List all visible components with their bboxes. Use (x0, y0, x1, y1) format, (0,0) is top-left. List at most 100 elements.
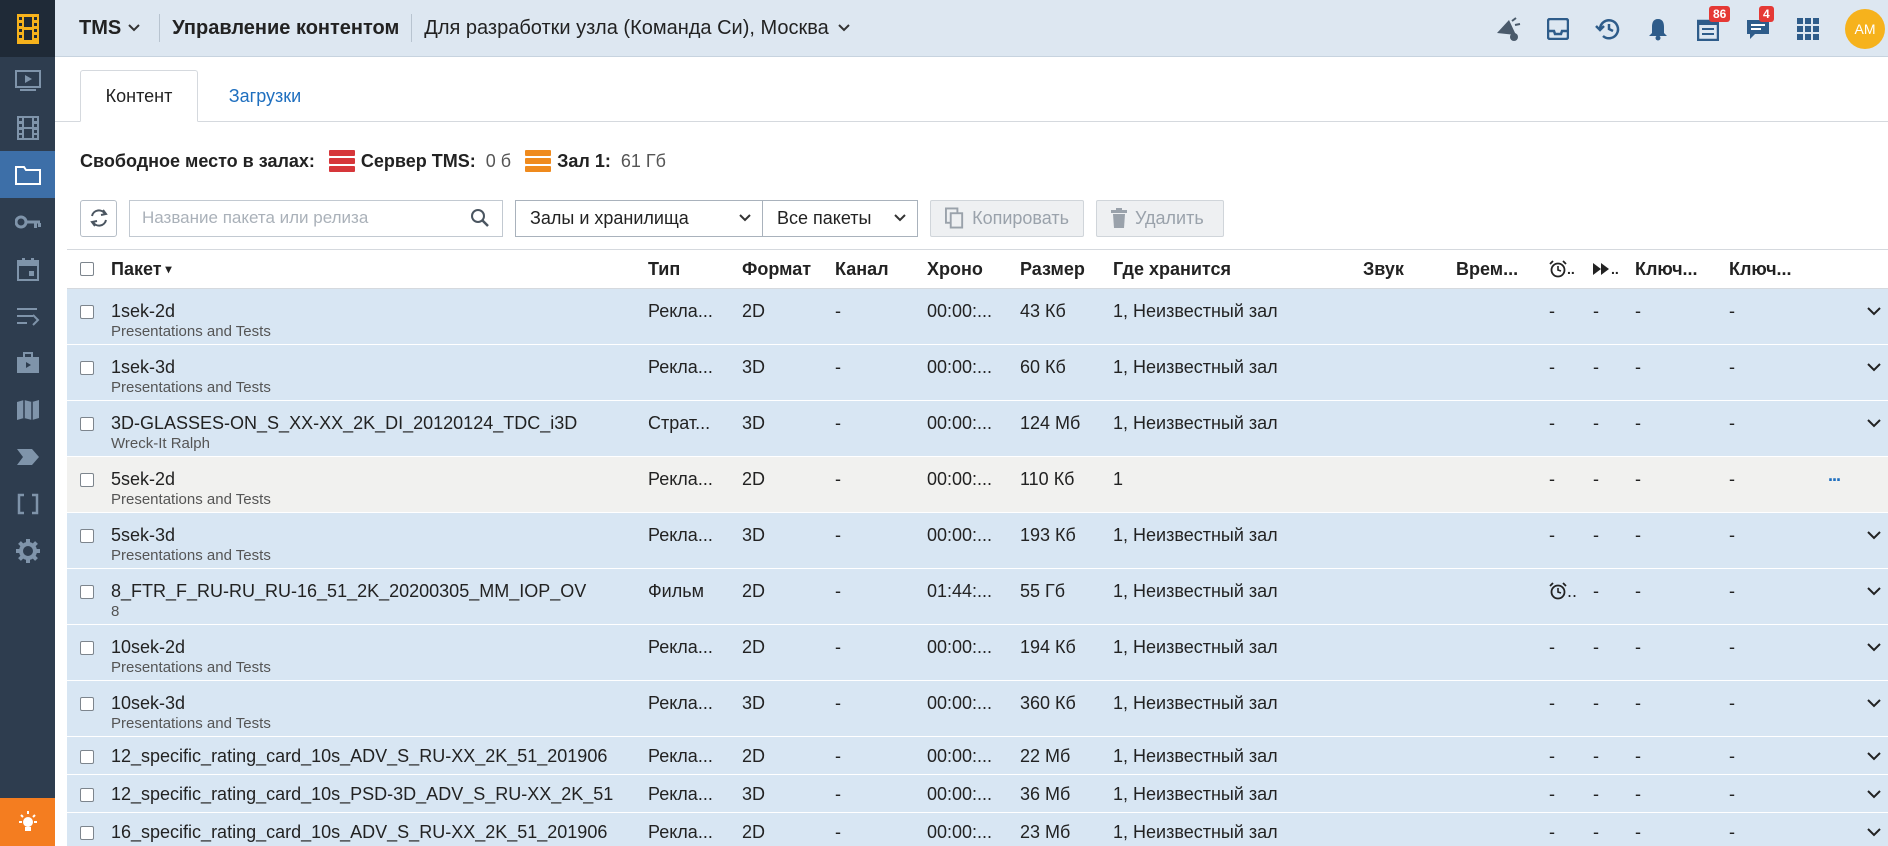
alarm-clock-icon (1549, 260, 1567, 278)
package-name[interactable]: 10sek-3d (111, 693, 661, 714)
refresh-button[interactable] (80, 199, 117, 237)
column-alarm[interactable]: .. (1549, 250, 1575, 288)
row-checkbox[interactable] (80, 529, 94, 543)
avatar[interactable]: AM (1845, 8, 1885, 49)
sidebar-item-playlists[interactable] (0, 292, 55, 339)
chevron-down-icon[interactable] (1866, 824, 1882, 840)
row-checkbox[interactable] (80, 585, 94, 599)
package-name[interactable]: 12_specific_rating_card_10s_PSD-3D_ADV_S… (111, 784, 661, 805)
column-sound[interactable]: Звук (1363, 250, 1404, 288)
column-size[interactable]: Размер (1020, 250, 1085, 288)
row-checkbox[interactable] (80, 473, 94, 487)
film-strip-logo-icon[interactable] (0, 0, 55, 57)
free-space-server: Сервер TMS: 0 б (328, 150, 511, 172)
table-row[interactable]: 1sek-2d Presentations and Tests Рекла... 2D… (67, 289, 1888, 345)
row-checkbox[interactable] (80, 417, 94, 431)
sidebar-item-schedule[interactable] (0, 245, 55, 292)
chevron-down-icon[interactable] (1866, 639, 1882, 655)
table-row[interactable]: 8_FTR_F_RU-RU_RU-16_51_2K_20200305_MM_IO… (67, 569, 1888, 625)
search-input[interactable] (142, 208, 442, 228)
package-name[interactable]: 5sek-2d (111, 469, 661, 490)
tips-button[interactable] (0, 798, 55, 846)
chevron-down-icon[interactable] (1866, 748, 1882, 764)
row-checkbox[interactable] (80, 750, 94, 764)
row-checkbox[interactable] (80, 305, 94, 319)
chevron-down-icon[interactable] (1866, 415, 1882, 431)
table-row[interactable]: 16_specific_rating_card_10s_ADV_S_RU-XX_… (67, 813, 1888, 846)
inbox-button[interactable] (1533, 0, 1583, 57)
column-type[interactable]: Тип (648, 250, 680, 288)
chevron-down-icon[interactable] (1866, 527, 1882, 543)
tab-content[interactable]: Контент (80, 70, 198, 122)
brand-menu[interactable]: TMS (79, 17, 141, 40)
history-button[interactable] (1583, 0, 1633, 57)
chevron-down-icon[interactable] (1866, 583, 1882, 599)
table-row[interactable]: 12_specific_rating_card_10s_ADV_S_RU-XX_… (67, 737, 1888, 775)
chevron-down-icon[interactable] (1866, 695, 1882, 711)
chevron-down-icon[interactable] (1866, 303, 1882, 319)
sidebar-item-map[interactable] (0, 386, 55, 433)
table-row[interactable]: 10sek-2d Presentations and Tests Рекла... 2… (67, 625, 1888, 681)
column-forward[interactable]: .. (1593, 250, 1619, 288)
cell-format: 2D (742, 822, 766, 842)
sidebar-item-tags[interactable] (0, 433, 55, 480)
column-channel[interactable]: Канал (835, 250, 889, 288)
tab-uploads[interactable]: Загрузки (205, 70, 325, 122)
top-bar-icons: 86 4 AM (1483, 0, 1888, 57)
package-name[interactable]: 1sek-3d (111, 357, 661, 378)
sidebar-item-brackets[interactable] (0, 480, 55, 527)
sidebar-item-playback[interactable] (0, 57, 55, 104)
column-package[interactable]: Пакет ▾ (111, 250, 172, 288)
row-checkbox[interactable] (80, 788, 94, 802)
cell-c2: - (1593, 637, 1599, 657)
calendar-badge: 86 (1709, 6, 1731, 22)
apps-button[interactable] (1783, 0, 1833, 57)
sidebar-item-keys[interactable] (0, 198, 55, 245)
delete-button[interactable]: Удалить (1096, 199, 1224, 237)
column-duration[interactable]: Хроно (927, 250, 983, 288)
chevron-down-icon[interactable] (1866, 359, 1882, 375)
package-name[interactable]: 10sek-2d (111, 637, 661, 658)
broadcast-button[interactable] (1483, 0, 1533, 57)
row-checkbox[interactable] (80, 697, 94, 711)
row-checkbox[interactable] (80, 826, 94, 840)
cell-c2: - (1593, 413, 1599, 433)
table-row[interactable]: 3D-GLASSES-ON_S_XX-XX_2K_DI_20120124_TDC… (67, 401, 1888, 457)
sidebar-item-settings[interactable] (0, 527, 55, 574)
column-format[interactable]: Формат (742, 250, 811, 288)
table-row[interactable]: 12_specific_rating_card_10s_PSD-3D_ADV_S… (67, 775, 1888, 813)
row-checkbox[interactable] (80, 361, 94, 375)
cell-duration: 00:00:... (927, 784, 993, 804)
packages-select[interactable]: Все пакеты (763, 199, 918, 237)
halls-select[interactable]: Залы и хранилища (515, 199, 763, 237)
package-name[interactable]: 8_FTR_F_RU-RU_RU-16_51_2K_20200305_MM_IO… (111, 581, 661, 602)
search-icon[interactable] (470, 208, 490, 228)
context-selector[interactable]: Для разработки узла (Команда Си), Москва (424, 17, 850, 40)
package-name[interactable]: 5sek-3d (111, 525, 661, 546)
sidebar-item-tasks[interactable] (0, 339, 55, 386)
messages-button[interactable]: 4 (1733, 0, 1783, 57)
row-checkbox[interactable] (80, 641, 94, 655)
alarm-label: .. (1567, 581, 1578, 601)
package-name[interactable]: 12_specific_rating_card_10s_ADV_S_RU-XX_… (111, 746, 661, 767)
table-row[interactable]: 5sek-2d Presentations and Tests Рекла... 2D… (67, 457, 1888, 513)
chevron-down-icon[interactable] (1866, 786, 1882, 802)
table-row[interactable]: 5sek-3d Presentations and Tests Рекла... 3D… (67, 513, 1888, 569)
sidebar-item-films[interactable] (0, 104, 55, 151)
package-name[interactable]: 16_specific_rating_card_10s_ADV_S_RU-XX_… (111, 822, 661, 843)
column-key2[interactable]: Ключ... (1729, 250, 1792, 288)
table-row[interactable]: 1sek-3d Presentations and Tests Рекла... 3D… (67, 345, 1888, 401)
table-row[interactable]: 10sek-3d Presentations and Tests Рекла... 3… (67, 681, 1888, 737)
package-name[interactable]: 3D-GLASSES-ON_S_XX-XX_2K_DI_20120124_TDC… (111, 413, 661, 434)
notifications-button[interactable] (1633, 0, 1683, 57)
select-all-checkbox[interactable] (80, 250, 94, 288)
row-more-button[interactable]: ... (1828, 465, 1841, 486)
sidebar-item-content[interactable] (0, 151, 55, 198)
column-time[interactable]: Врем... (1456, 250, 1518, 288)
calendar-tasks-button[interactable]: 86 (1683, 0, 1733, 57)
column-key1[interactable]: Ключ... (1635, 250, 1698, 288)
column-location[interactable]: Где хранится (1113, 250, 1231, 288)
copy-button[interactable]: Копировать (930, 199, 1084, 237)
package-name[interactable]: 1sek-2d (111, 301, 661, 322)
cell-format: 3D (742, 784, 766, 804)
